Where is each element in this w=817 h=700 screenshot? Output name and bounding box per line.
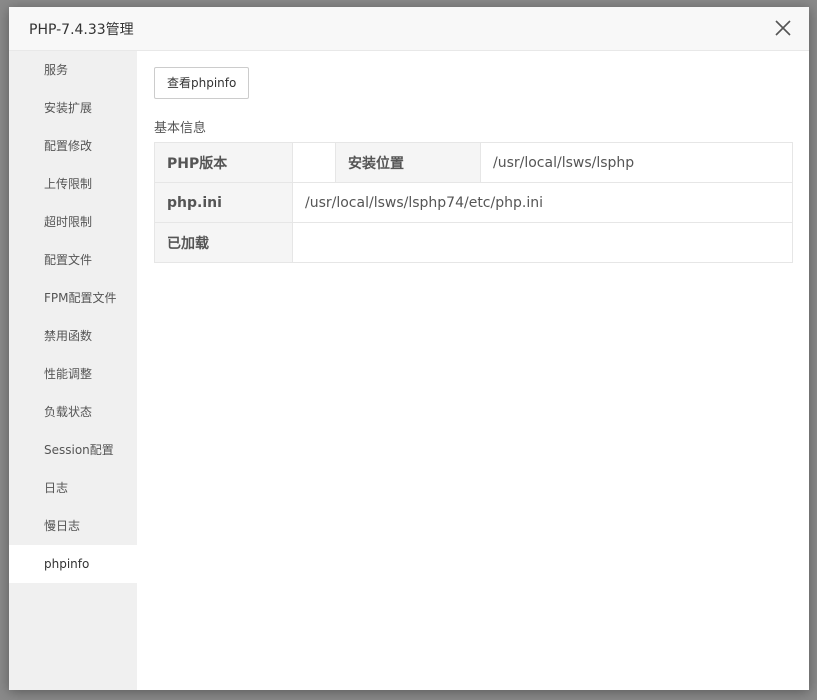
modal-header: PHP-7.4.33管理	[9, 7, 809, 51]
view-phpinfo-button[interactable]: 查看phpinfo	[154, 67, 250, 99]
sidebar-item-config-file[interactable]: 配置文件	[9, 241, 137, 279]
sidebar-item-log[interactable]: 日志	[9, 469, 137, 507]
php-ini-label: php.ini	[154, 182, 293, 223]
sidebar-item-timeout-limit[interactable]: 超时限制	[9, 203, 137, 241]
sidebar-item-performance-tuning[interactable]: 性能调整	[9, 355, 137, 393]
sidebar-item-install-extensions[interactable]: 安装扩展	[9, 89, 137, 127]
php-ini-value: /usr/local/lsws/lsphp74/etc/php.ini	[292, 182, 793, 223]
basic-info-table: PHP版本 安装位置 /usr/local/lsws/lsphp php.ini…	[154, 142, 793, 263]
php-manager-modal: PHP-7.4.33管理 服务 安装扩展 配置修改 上传限制 超时限制 配置文件…	[9, 7, 809, 690]
sidebar-item-service[interactable]: 服务	[9, 51, 137, 89]
php-version-value	[292, 142, 336, 183]
sidebar-item-slow-log[interactable]: 慢日志	[9, 507, 137, 545]
section-title: 基本信息	[154, 121, 207, 136]
loaded-value	[292, 222, 793, 263]
modal-title: PHP-7.4.33管理	[29, 21, 134, 38]
table-row: 已加载	[154, 222, 793, 263]
sidebar-item-fpm-config-file[interactable]: FPM配置文件	[9, 279, 137, 317]
install-location-label: 安装位置	[335, 142, 481, 183]
close-icon	[775, 20, 791, 36]
sidebar-item-upload-limit[interactable]: 上传限制	[9, 165, 137, 203]
install-location-value: /usr/local/lsws/lsphp	[480, 142, 793, 183]
php-version-label: PHP版本	[154, 142, 293, 183]
content-panel: 查看phpinfo 基本信息 PHP版本 安装位置 /usr/local/lsw…	[137, 51, 809, 690]
sidebar-item-load-status[interactable]: 负载状态	[9, 393, 137, 431]
close-button[interactable]	[771, 16, 795, 40]
sidebar-item-config-modify[interactable]: 配置修改	[9, 127, 137, 165]
table-row: php.ini /usr/local/lsws/lsphp74/etc/php.…	[154, 182, 793, 223]
sidebar-nav: 服务 安装扩展 配置修改 上传限制 超时限制 配置文件 FPM配置文件 禁用函数…	[9, 51, 137, 690]
table-row: PHP版本 安装位置 /usr/local/lsws/lsphp	[154, 142, 793, 183]
sidebar-item-phpinfo[interactable]: phpinfo	[9, 545, 137, 583]
sidebar-item-disabled-functions[interactable]: 禁用函数	[9, 317, 137, 355]
sidebar-item-session-config[interactable]: Session配置	[9, 431, 137, 469]
loaded-label: 已加载	[154, 222, 293, 263]
